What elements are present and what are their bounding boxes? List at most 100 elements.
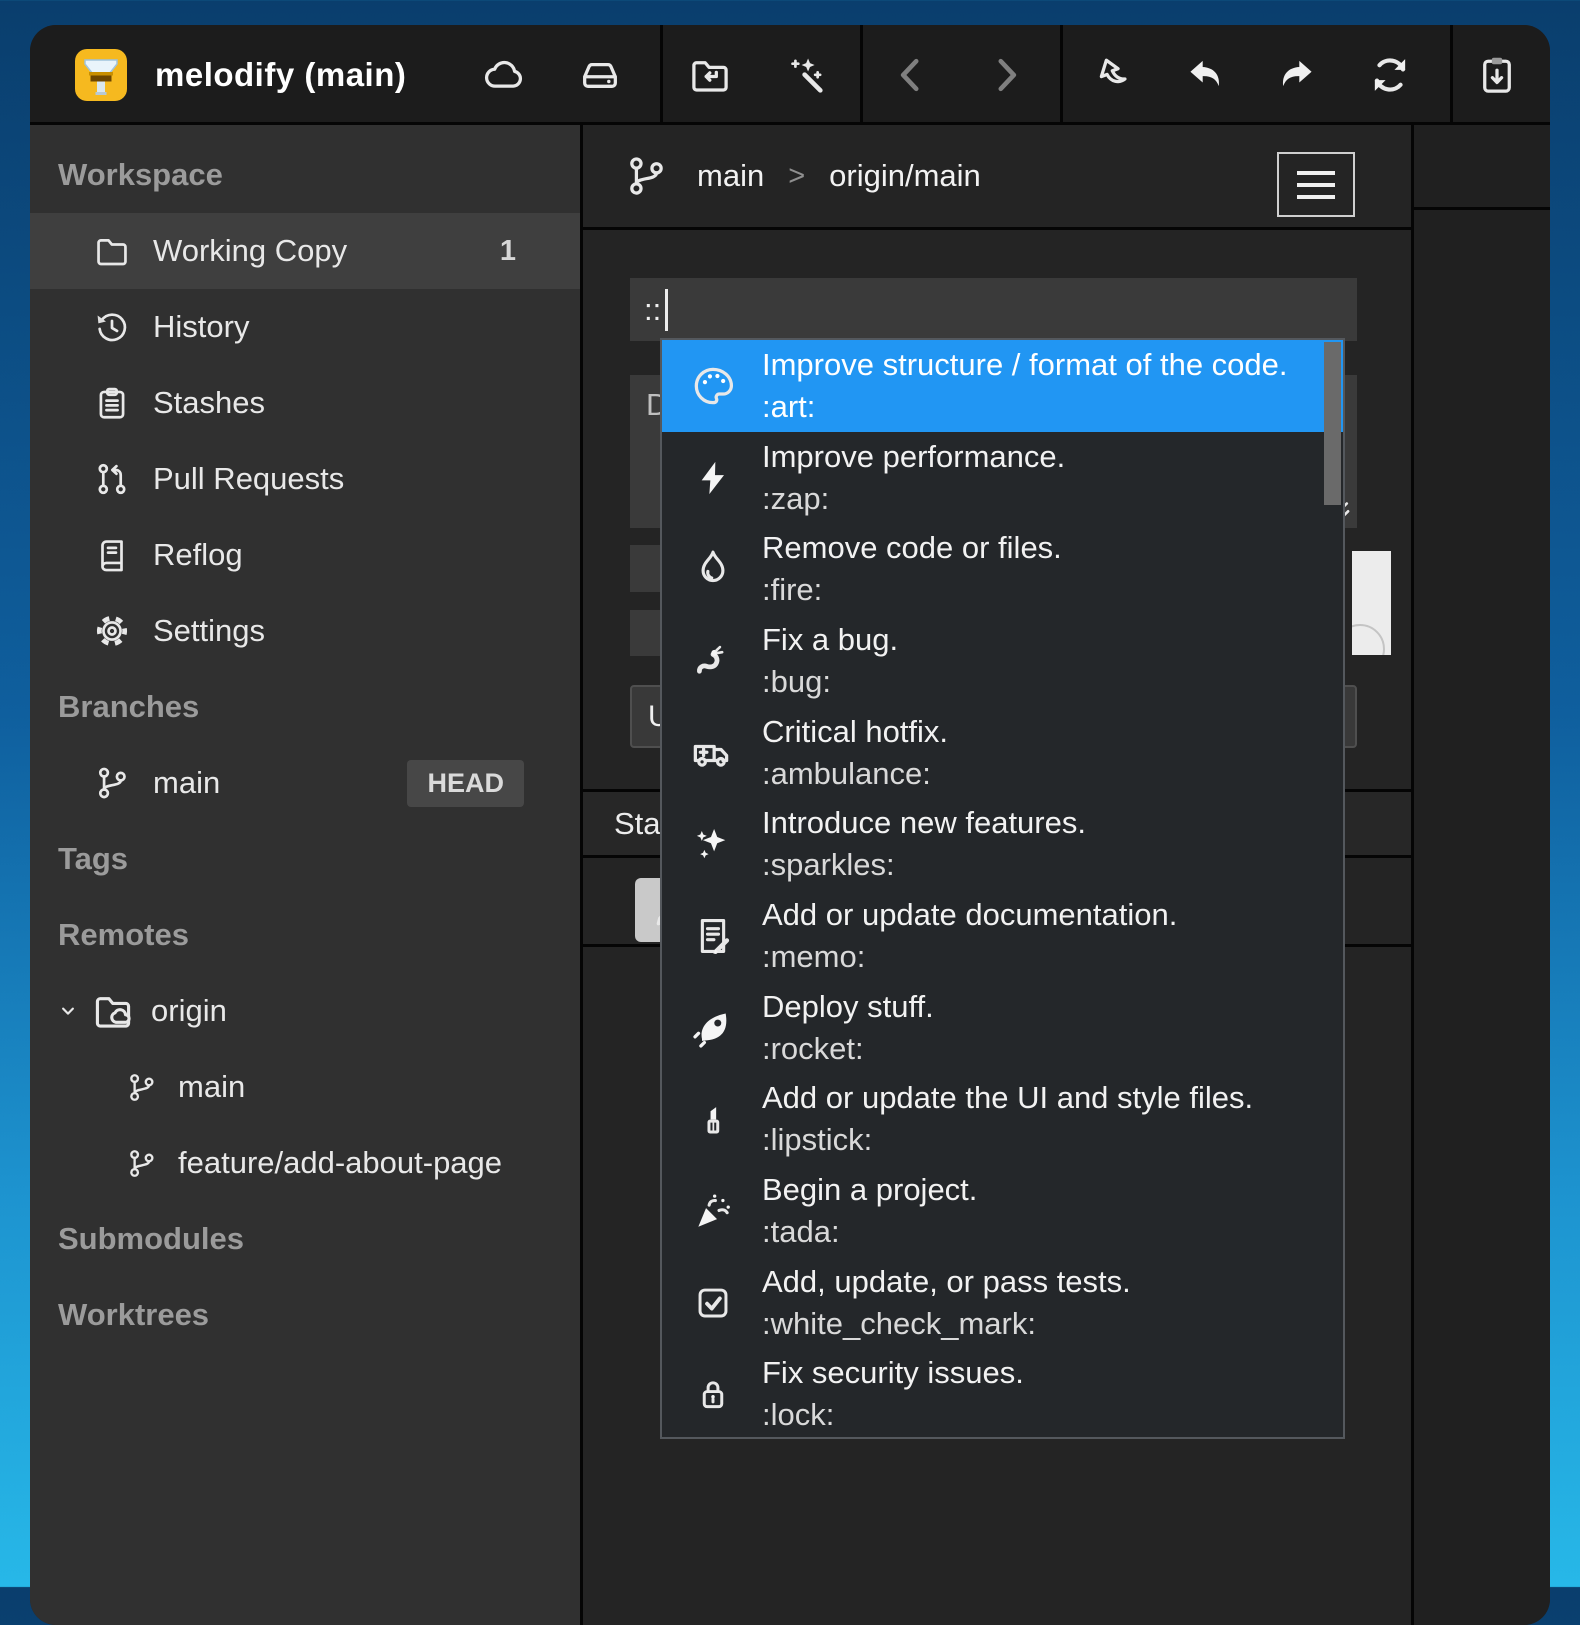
stash-clipboard-icon — [93, 384, 131, 422]
remote-folder-cloud-icon — [91, 989, 135, 1033]
sidebar-item-origin-main[interactable]: main — [30, 1049, 580, 1125]
sidebar-item-label: History — [153, 309, 249, 345]
head-badge: HEAD — [407, 760, 524, 807]
autocomplete-item-check[interactable]: Add, update, or pass tests.:white_check_… — [662, 1257, 1343, 1349]
sidebar-item-label: Pull Requests — [153, 461, 344, 497]
autocomplete-item-tada[interactable]: Begin a project.:tada: — [662, 1165, 1343, 1257]
sidebar-item-label: Stashes — [153, 385, 265, 421]
branch-icon — [623, 153, 669, 199]
check-mark-icon — [690, 1280, 736, 1326]
sidebar-item-label: Settings — [153, 613, 265, 649]
gear-icon — [93, 612, 131, 650]
stash-clipboard-icon[interactable] — [1469, 25, 1525, 125]
branch-separator: > — [788, 160, 805, 193]
summary-text: :: — [644, 292, 661, 328]
autocomplete-item-lipstick[interactable]: Add or update the UI and style files.:li… — [662, 1074, 1343, 1166]
back-icon[interactable] — [884, 25, 940, 125]
sidebar-header-submodules[interactable]: Submodules — [30, 1201, 580, 1277]
magic-wand-icon[interactable] — [777, 25, 833, 125]
current-branch-label[interactable]: main — [697, 158, 764, 194]
branch-icon — [125, 1147, 158, 1180]
right-panel — [1414, 125, 1550, 1625]
sync-icon[interactable] — [1362, 25, 1418, 125]
working-copy-count-badge: 1 — [500, 235, 516, 268]
chevron-down-icon[interactable] — [55, 998, 81, 1024]
sidebar-item-label: origin — [151, 993, 227, 1029]
sidebar-item-label: main — [153, 765, 220, 801]
checkout-arrow-icon[interactable] — [1082, 25, 1138, 125]
menu-button[interactable] — [1277, 152, 1355, 217]
branch-icon — [125, 1071, 158, 1104]
app-logo-icon — [75, 49, 127, 101]
toolbar-divider — [1060, 25, 1063, 125]
sidebar-item-label: feature/add-about-page — [178, 1145, 502, 1181]
gitmoji-autocomplete-dropdown: Improve structure / format of the code.:… — [660, 338, 1345, 1439]
rocket-icon — [690, 1005, 736, 1051]
sidebar-item-stashes[interactable]: Stashes — [30, 365, 580, 441]
sidebar-item-settings[interactable]: Settings — [30, 593, 580, 669]
history-clock-icon — [93, 308, 131, 346]
sidebar-header-tags[interactable]: Tags — [30, 821, 580, 897]
text-cursor — [665, 289, 668, 331]
dropdown-scrollbar-thumb[interactable] — [1324, 342, 1341, 505]
branch-icon — [93, 764, 131, 802]
app-window: melodify (main) — [30, 25, 1550, 1625]
redo-icon[interactable] — [1269, 25, 1325, 125]
sidebar-header-branches[interactable]: Branches — [30, 669, 580, 745]
sidebar-item-reflog[interactable]: Reflog — [30, 517, 580, 593]
sidebar-item-working-copy[interactable]: Working Copy 1 — [30, 213, 580, 289]
commit-summary-input[interactable]: :: — [630, 278, 1357, 341]
flame-icon — [690, 546, 736, 592]
memo-icon — [690, 913, 736, 959]
branch-bar: main > origin/main — [583, 125, 1411, 230]
autocomplete-item-rocket[interactable]: Deploy stuff.:rocket: — [662, 982, 1343, 1074]
window-title: melodify (main) — [155, 25, 406, 125]
toolbar-divider — [860, 25, 863, 125]
ambulance-icon — [690, 730, 736, 776]
sidebar-header-workspace[interactable]: Workspace — [30, 137, 580, 213]
undo-icon[interactable] — [1177, 25, 1233, 125]
sidebar-item-label: Reflog — [153, 537, 243, 573]
sidebar-item-pull-requests[interactable]: Pull Requests — [30, 441, 580, 517]
staged-label: Sta — [614, 806, 661, 842]
book-icon — [93, 536, 131, 574]
autocomplete-item-zap[interactable]: Improve performance.:zap: — [662, 432, 1343, 524]
titlebar: melodify (main) — [30, 25, 1550, 125]
sidebar: Workspace Working Copy 1 History Stashes — [30, 125, 583, 1625]
lightning-icon — [690, 455, 736, 501]
sidebar-item-label: main — [178, 1069, 245, 1105]
party-popper-icon — [690, 1188, 736, 1234]
autocomplete-item-bug[interactable]: Fix a bug.:bug: — [662, 615, 1343, 707]
sidebar-item-remote-origin[interactable]: origin — [30, 973, 580, 1049]
lipstick-icon — [690, 1096, 736, 1142]
autocomplete-item-ambulance[interactable]: Critical hotfix.:ambulance: — [662, 707, 1343, 799]
pull-request-icon — [93, 460, 131, 498]
upstream-branch-label[interactable]: origin/main — [829, 158, 981, 194]
sidebar-item-history[interactable]: History — [30, 289, 580, 365]
toolbar-divider — [660, 25, 663, 125]
hard-drive-icon[interactable] — [572, 25, 628, 125]
bug-icon — [690, 638, 736, 684]
forward-icon[interactable] — [977, 25, 1033, 125]
toolbar-divider — [1450, 25, 1453, 125]
item-description: Improve structure / format of the code. — [762, 344, 1288, 386]
autocomplete-item-memo[interactable]: Add or update documentation.:memo: — [662, 890, 1343, 982]
sparkles-icon — [690, 821, 736, 867]
autocomplete-item-sparkles[interactable]: Introduce new features.:sparkles: — [662, 798, 1343, 890]
cloud-icon[interactable] — [477, 25, 533, 125]
folder-icon — [93, 232, 131, 270]
item-code: :art: — [762, 386, 1288, 428]
avatar — [1352, 551, 1391, 655]
sidebar-item-origin-feature[interactable]: feature/add-about-page — [30, 1125, 580, 1201]
sidebar-header-remotes[interactable]: Remotes — [30, 897, 580, 973]
autocomplete-item-fire[interactable]: Remove code or files.:fire: — [662, 523, 1343, 615]
sidebar-header-worktrees[interactable]: Worktrees — [30, 1277, 580, 1353]
sidebar-item-label: Working Copy — [153, 233, 347, 269]
autocomplete-item-lock[interactable]: Fix security issues.:lock: — [662, 1349, 1343, 1439]
palette-icon — [690, 363, 736, 409]
sidebar-item-branch-main[interactable]: main HEAD — [30, 745, 580, 821]
lock-icon — [690, 1371, 736, 1417]
autocomplete-item-art[interactable]: Improve structure / format of the code.:… — [662, 340, 1343, 432]
open-repo-icon[interactable] — [682, 25, 738, 125]
right-panel-header — [1414, 125, 1550, 210]
